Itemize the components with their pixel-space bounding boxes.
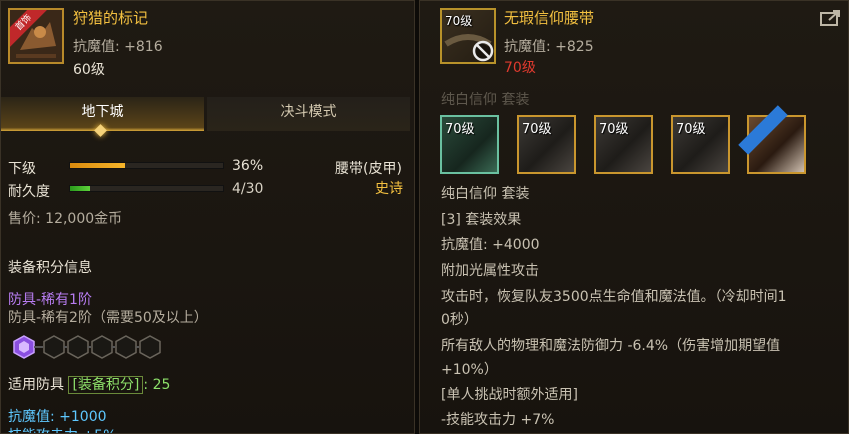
effect-defense: 所有敌人的物理和魔法防御力 -6.4%（伤害增加期望值 <box>441 338 781 354</box>
score-colon: : <box>143 377 149 393</box>
durability-bar <box>69 185 224 192</box>
grade-bar <box>69 162 224 169</box>
tab-duel[interactable]: 决斗模式 <box>207 97 410 131</box>
set-name: 纯白信仰 套装 <box>441 186 530 202</box>
item-icon-faultless-belt[interactable]: 70级 <box>440 8 496 64</box>
section-title: 装备积分信息 <box>8 260 92 276</box>
effect-light: 附加光属性攻击 <box>441 263 539 279</box>
score-row: 适用防具 [装备积分]: 25 <box>8 374 170 394</box>
set-slot-5[interactable] <box>738 105 806 174</box>
set-slot-1[interactable]: 70级 <box>440 115 499 174</box>
durability-value: 4/30 <box>232 181 264 197</box>
slot-level: 70级 <box>522 122 552 137</box>
score-label: 适用防具 <box>8 377 64 393</box>
effect-header: [3] 套装效果 <box>441 212 522 228</box>
effect-defense-cont: +10%） <box>441 362 498 378</box>
sell-price: 售价: 12,000金币 <box>8 211 123 227</box>
forbidden-icon <box>472 40 494 62</box>
item-level-required: 70级 <box>504 60 536 76</box>
hexagon-empty-icon <box>43 335 65 359</box>
effect-solo: [单人挑战时额外适用] <box>441 387 578 403</box>
item-stat: 抗魔值: +825 <box>504 39 594 55</box>
effect-heal-cont: 0秒） <box>441 312 478 328</box>
item-stat: 抗魔值: +816 <box>73 39 163 55</box>
tier-2: 防具-稀有2阶（需要50及以上） <box>8 310 208 326</box>
hexagon-empty-icon <box>139 335 161 359</box>
skill-attack: 技能攻击力 +5% <box>8 425 116 433</box>
tier-hex-track <box>13 335 161 359</box>
item-name: 无瑕信仰腰带 <box>504 9 595 27</box>
export-icon[interactable] <box>820 9 842 27</box>
hexagon-empty-icon <box>91 335 113 359</box>
right-tooltip-panel: 70级 无瑕信仰腰带 抗魔值: +825 70级 纯白信仰 套装 70级 70级… <box>419 0 849 434</box>
mode-tabs: 地下城 决斗模式 <box>1 97 414 133</box>
item-level: 60级 <box>73 62 105 78</box>
effect-magic: 抗魔值: +4000 <box>441 237 540 253</box>
slot-level: 70级 <box>445 122 475 137</box>
grade-percent: 36% <box>232 158 264 174</box>
rarity-label: 史诗 <box>375 181 403 197</box>
hexagon-gem-icon <box>13 335 35 359</box>
slot-level: 70级 <box>599 122 629 137</box>
hexagon-empty-icon <box>67 335 89 359</box>
tier-1: 防具-稀有1阶 <box>8 292 92 308</box>
set-header-faded: 纯白信仰 套装 <box>441 92 530 108</box>
magic-resist: 抗魔值: +1000 <box>8 409 107 425</box>
effect-skill: -技能攻击力 +7% <box>441 412 555 428</box>
durability-label: 耐久度 <box>8 184 50 200</box>
effect-heal: 攻击时，恢复队友3500点生命值和魔法值。（冷却时间1 <box>441 289 787 305</box>
set-slot-2[interactable]: 70级 <box>517 115 576 174</box>
grade-label: 下级 <box>8 161 36 177</box>
left-tooltip-panel: 首饰 狩猎的标记 抗魔值: +816 60级 地下城 决斗模式 下级 36% 耐… <box>0 0 415 434</box>
item-name: 狩猎的标记 <box>73 9 149 27</box>
item-icon-hunting-mark[interactable]: 首饰 <box>8 8 64 64</box>
slot-badge <box>738 105 788 155</box>
slot-level: 70级 <box>676 122 706 137</box>
equip-type: 腰带(皮甲) <box>335 161 402 177</box>
durability-bar-fill <box>70 186 91 191</box>
hexagon-empty-icon <box>115 335 137 359</box>
score-bracket[interactable]: [装备积分] <box>68 376 144 394</box>
set-slot-4[interactable]: 70级 <box>671 115 730 174</box>
set-slot-3[interactable]: 70级 <box>594 115 653 174</box>
score-value: 25 <box>152 377 171 393</box>
grade-bar-fill <box>70 163 126 168</box>
